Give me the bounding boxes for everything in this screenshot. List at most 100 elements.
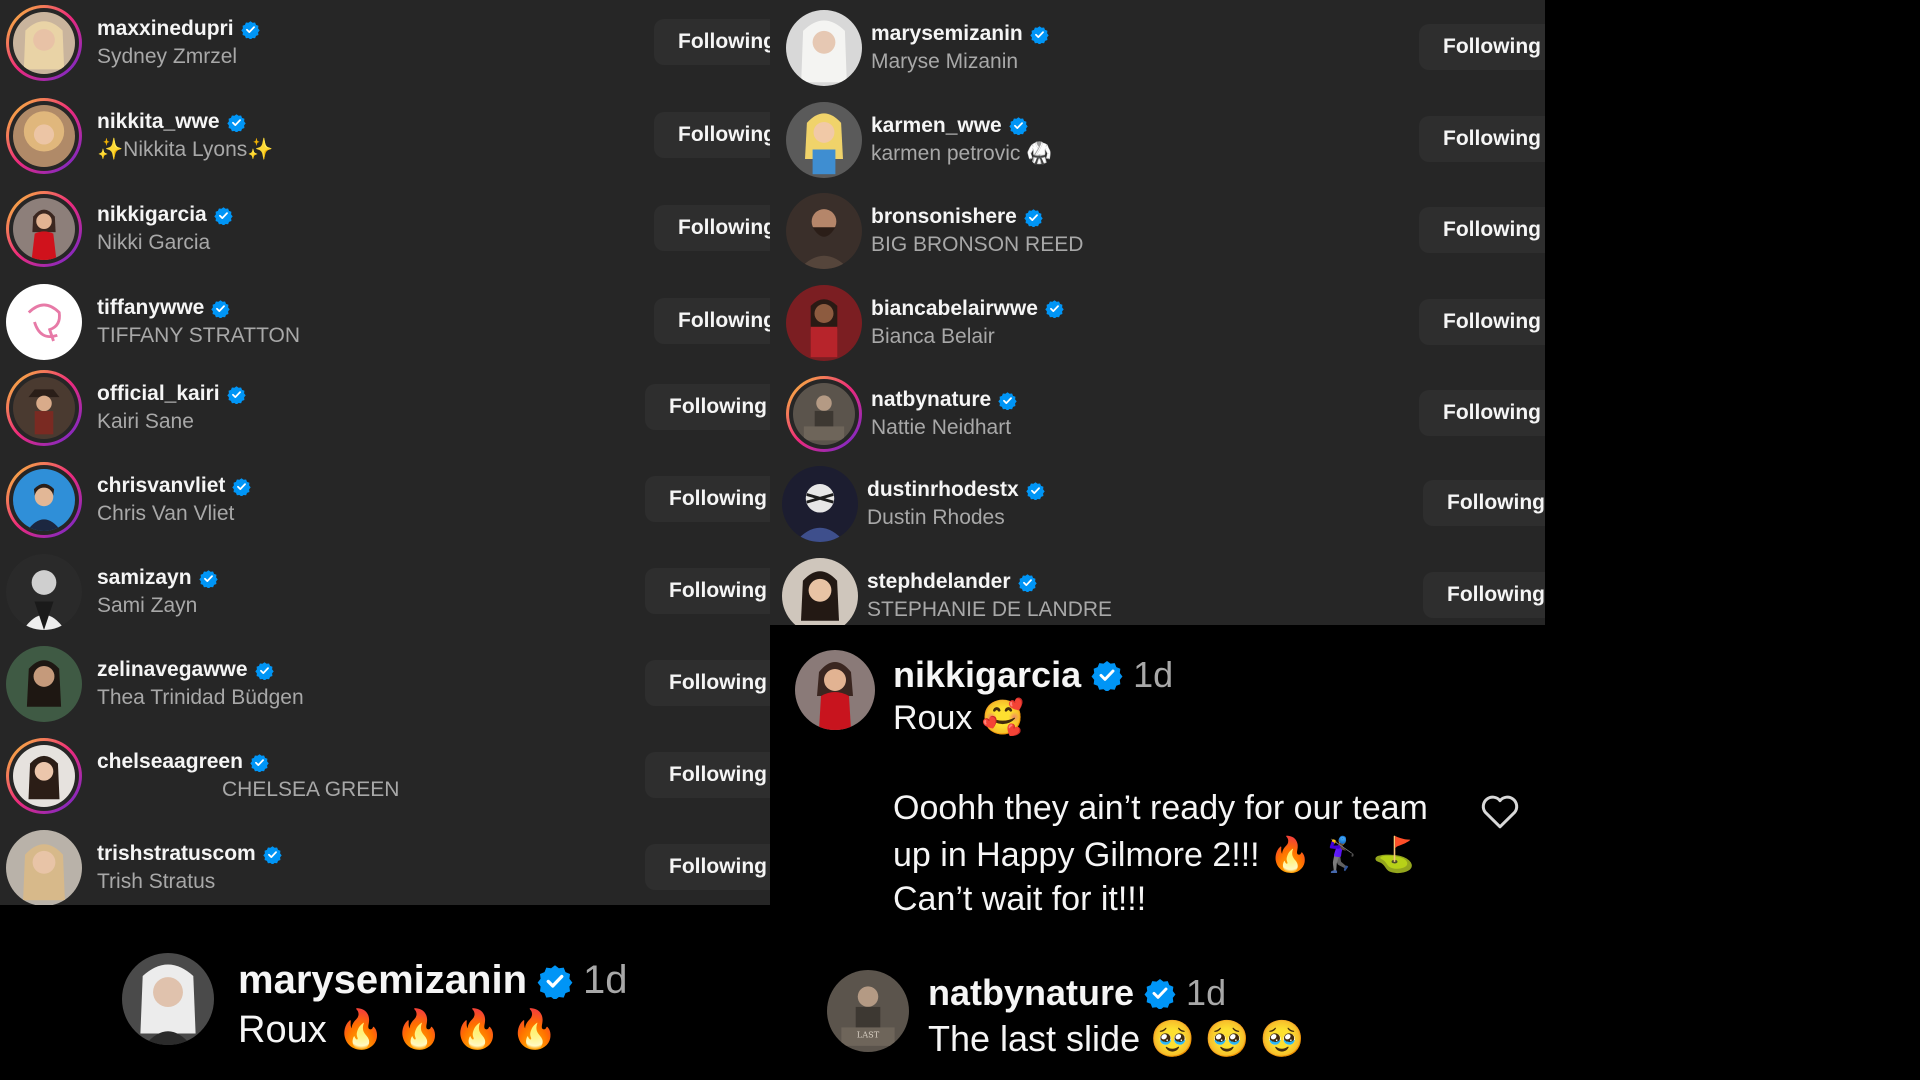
username-text[interactable]: biancabelairwwe bbox=[871, 297, 1038, 321]
following-button[interactable]: Following bbox=[1419, 207, 1545, 253]
following-button[interactable]: Following bbox=[1419, 115, 1545, 162]
avatar[interactable] bbox=[6, 98, 82, 174]
following-button[interactable]: Following bbox=[645, 384, 770, 430]
username-text[interactable]: stephdelander bbox=[867, 570, 1011, 594]
username-text[interactable]: nikkigarcia bbox=[97, 203, 207, 227]
following-button[interactable]: Following bbox=[645, 844, 770, 890]
list-item[interactable]: trishstratuscom Trish Stratus Following bbox=[0, 822, 770, 905]
avatar[interactable] bbox=[6, 646, 82, 722]
username-link[interactable]: official_kairi bbox=[97, 382, 246, 406]
username-link[interactable]: trishstratuscom bbox=[97, 842, 282, 866]
username-text[interactable]: karmen_wwe bbox=[871, 114, 1002, 138]
username-link[interactable]: chelseaagreen bbox=[97, 750, 269, 774]
username-text[interactable]: natbynature bbox=[928, 972, 1134, 1014]
comment-username[interactable]: natbynature 1d bbox=[928, 972, 1226, 1014]
avatar[interactable] bbox=[6, 830, 82, 905]
full-name: Sydney Zmrzel bbox=[97, 45, 238, 68]
avatar[interactable] bbox=[6, 554, 82, 630]
list-item[interactable]: marysemizanin Maryse Mizanin Following bbox=[770, 2, 1545, 94]
verified-badge-icon bbox=[214, 206, 233, 225]
list-item[interactable]: maxxinedupri Sydney Zmrzel Following bbox=[0, 0, 770, 89]
username-link[interactable]: zelinavegawwe bbox=[97, 658, 274, 682]
username-link[interactable]: biancabelairwwe bbox=[871, 297, 1064, 321]
following-button[interactable]: Following bbox=[645, 752, 770, 798]
username-text[interactable]: marysemizanin bbox=[871, 22, 1023, 46]
username-text[interactable]: maxxinedupri bbox=[97, 17, 234, 41]
list-item[interactable]: karmen_wwe karmen petrovic 🥋 Following bbox=[770, 94, 1545, 186]
username-link[interactable]: maxxinedupri bbox=[97, 17, 260, 41]
list-item[interactable]: nikkita_wwe ✨Nikkita Lyons✨ Following bbox=[0, 90, 770, 182]
username-text[interactable]: samizayn bbox=[97, 566, 192, 590]
avatar[interactable] bbox=[6, 370, 82, 446]
following-button[interactable]: Following bbox=[654, 298, 770, 344]
following-button[interactable]: Following bbox=[1419, 390, 1545, 436]
avatar[interactable] bbox=[786, 284, 862, 361]
username-text[interactable]: trishstratuscom bbox=[97, 842, 256, 866]
username-link[interactable]: tiffanywwe bbox=[97, 296, 231, 320]
following-button[interactable]: Following bbox=[645, 568, 770, 614]
following-button[interactable]: Following bbox=[654, 19, 770, 65]
username-text[interactable]: marysemizanin bbox=[238, 958, 527, 1003]
avatar[interactable] bbox=[786, 376, 862, 452]
username-link[interactable]: dustinrhodestx bbox=[867, 478, 1045, 502]
avatar[interactable] bbox=[6, 738, 82, 814]
comment-username[interactable]: marysemizanin 1d bbox=[238, 958, 628, 1003]
username-text[interactable]: nikkita_wwe bbox=[97, 110, 220, 134]
username-link[interactable]: natbynature bbox=[871, 388, 1017, 412]
list-item[interactable]: zelinavegawwe Thea Trinidad Büdgen Followi… bbox=[0, 638, 770, 730]
following-button[interactable]: Following bbox=[1423, 572, 1545, 618]
avatar[interactable] bbox=[122, 953, 214, 1045]
list-item[interactable]: bronsonishere BIG BRONSON REED Following bbox=[770, 185, 1545, 277]
username-text[interactable]: official_kairi bbox=[97, 382, 220, 406]
comment-username[interactable]: nikkigarcia 1d bbox=[893, 654, 1173, 696]
avatar[interactable] bbox=[782, 466, 858, 542]
username-link[interactable]: karmen_wwe bbox=[871, 114, 1028, 138]
following-button[interactable]: Following bbox=[654, 112, 770, 158]
avatar[interactable]: LAST bbox=[827, 970, 909, 1052]
following-button[interactable]: Following bbox=[645, 476, 770, 522]
username-text[interactable]: zelinavegawwe bbox=[97, 658, 248, 682]
username-link[interactable]: stephdelander bbox=[867, 570, 1037, 594]
avatar[interactable] bbox=[6, 5, 82, 81]
avatar[interactable] bbox=[6, 191, 82, 267]
list-item[interactable]: samizayn Sami Zayn Following bbox=[0, 546, 770, 638]
username-text[interactable]: dustinrhodestx bbox=[867, 478, 1019, 502]
list-item[interactable]: chelseaagreen CHELSEA GREEN Following bbox=[0, 730, 770, 822]
username-link[interactable]: chrisvanvliet bbox=[97, 474, 252, 498]
avatar[interactable] bbox=[6, 284, 82, 360]
username-text[interactable]: bronsonishere bbox=[871, 205, 1017, 229]
username-text[interactable]: nikkigarcia bbox=[893, 654, 1081, 696]
following-button[interactable]: Following bbox=[654, 205, 770, 251]
avatar[interactable] bbox=[786, 193, 862, 269]
verified-badge-icon bbox=[240, 20, 260, 39]
username-link[interactable]: nikkigarcia bbox=[97, 203, 233, 227]
following-button[interactable]: Following bbox=[1419, 24, 1545, 70]
username-text[interactable]: tiffanywwe bbox=[97, 296, 204, 320]
following-list-right-bottom: dustinrhodestx Dustin Rhodes Following step… bbox=[770, 457, 1545, 625]
username-text[interactable]: chelseaagreen bbox=[97, 750, 243, 774]
following-button[interactable]: Following bbox=[645, 660, 770, 706]
avatar[interactable] bbox=[786, 101, 862, 178]
username-link[interactable]: bronsonishere bbox=[871, 205, 1043, 229]
list-item[interactable]: nikkigarcia Nikki Garcia Following bbox=[0, 183, 770, 275]
list-item[interactable]: chrisvanvliet Chris Van Vliet Following bbox=[0, 454, 770, 546]
following-button[interactable]: Following bbox=[1423, 480, 1545, 526]
list-item[interactable]: natbynature Nattie Neidhart Following bbox=[770, 368, 1545, 457]
username-link[interactable]: nikkita_wwe bbox=[97, 110, 246, 134]
avatar[interactable] bbox=[795, 650, 875, 730]
username-text[interactable]: chrisvanvliet bbox=[97, 474, 225, 498]
username-link[interactable]: marysemizanin bbox=[871, 22, 1049, 46]
username-link[interactable]: samizayn bbox=[97, 566, 218, 590]
list-item[interactable]: official_kairi Kairi Sane Following bbox=[0, 362, 770, 454]
username-text[interactable]: natbynature bbox=[871, 388, 991, 412]
avatar[interactable] bbox=[786, 10, 862, 86]
list-item[interactable]: dustinrhodestx Dustin Rhodes Following bbox=[770, 458, 1545, 550]
verified-badge-icon bbox=[1030, 25, 1049, 44]
avatar[interactable] bbox=[6, 462, 82, 538]
list-item[interactable]: tiffanywwe TIFFANY STRATTON Following bbox=[0, 276, 770, 362]
list-item[interactable]: biancabelairwwe Bianca Belair Following bbox=[770, 277, 1545, 369]
list-item[interactable]: stephdelander STEPHANIE DE LANDRE Followin… bbox=[770, 550, 1545, 625]
following-button[interactable]: Following bbox=[1419, 298, 1545, 345]
heart-outline-icon[interactable] bbox=[1480, 792, 1520, 830]
avatar[interactable] bbox=[782, 558, 858, 625]
